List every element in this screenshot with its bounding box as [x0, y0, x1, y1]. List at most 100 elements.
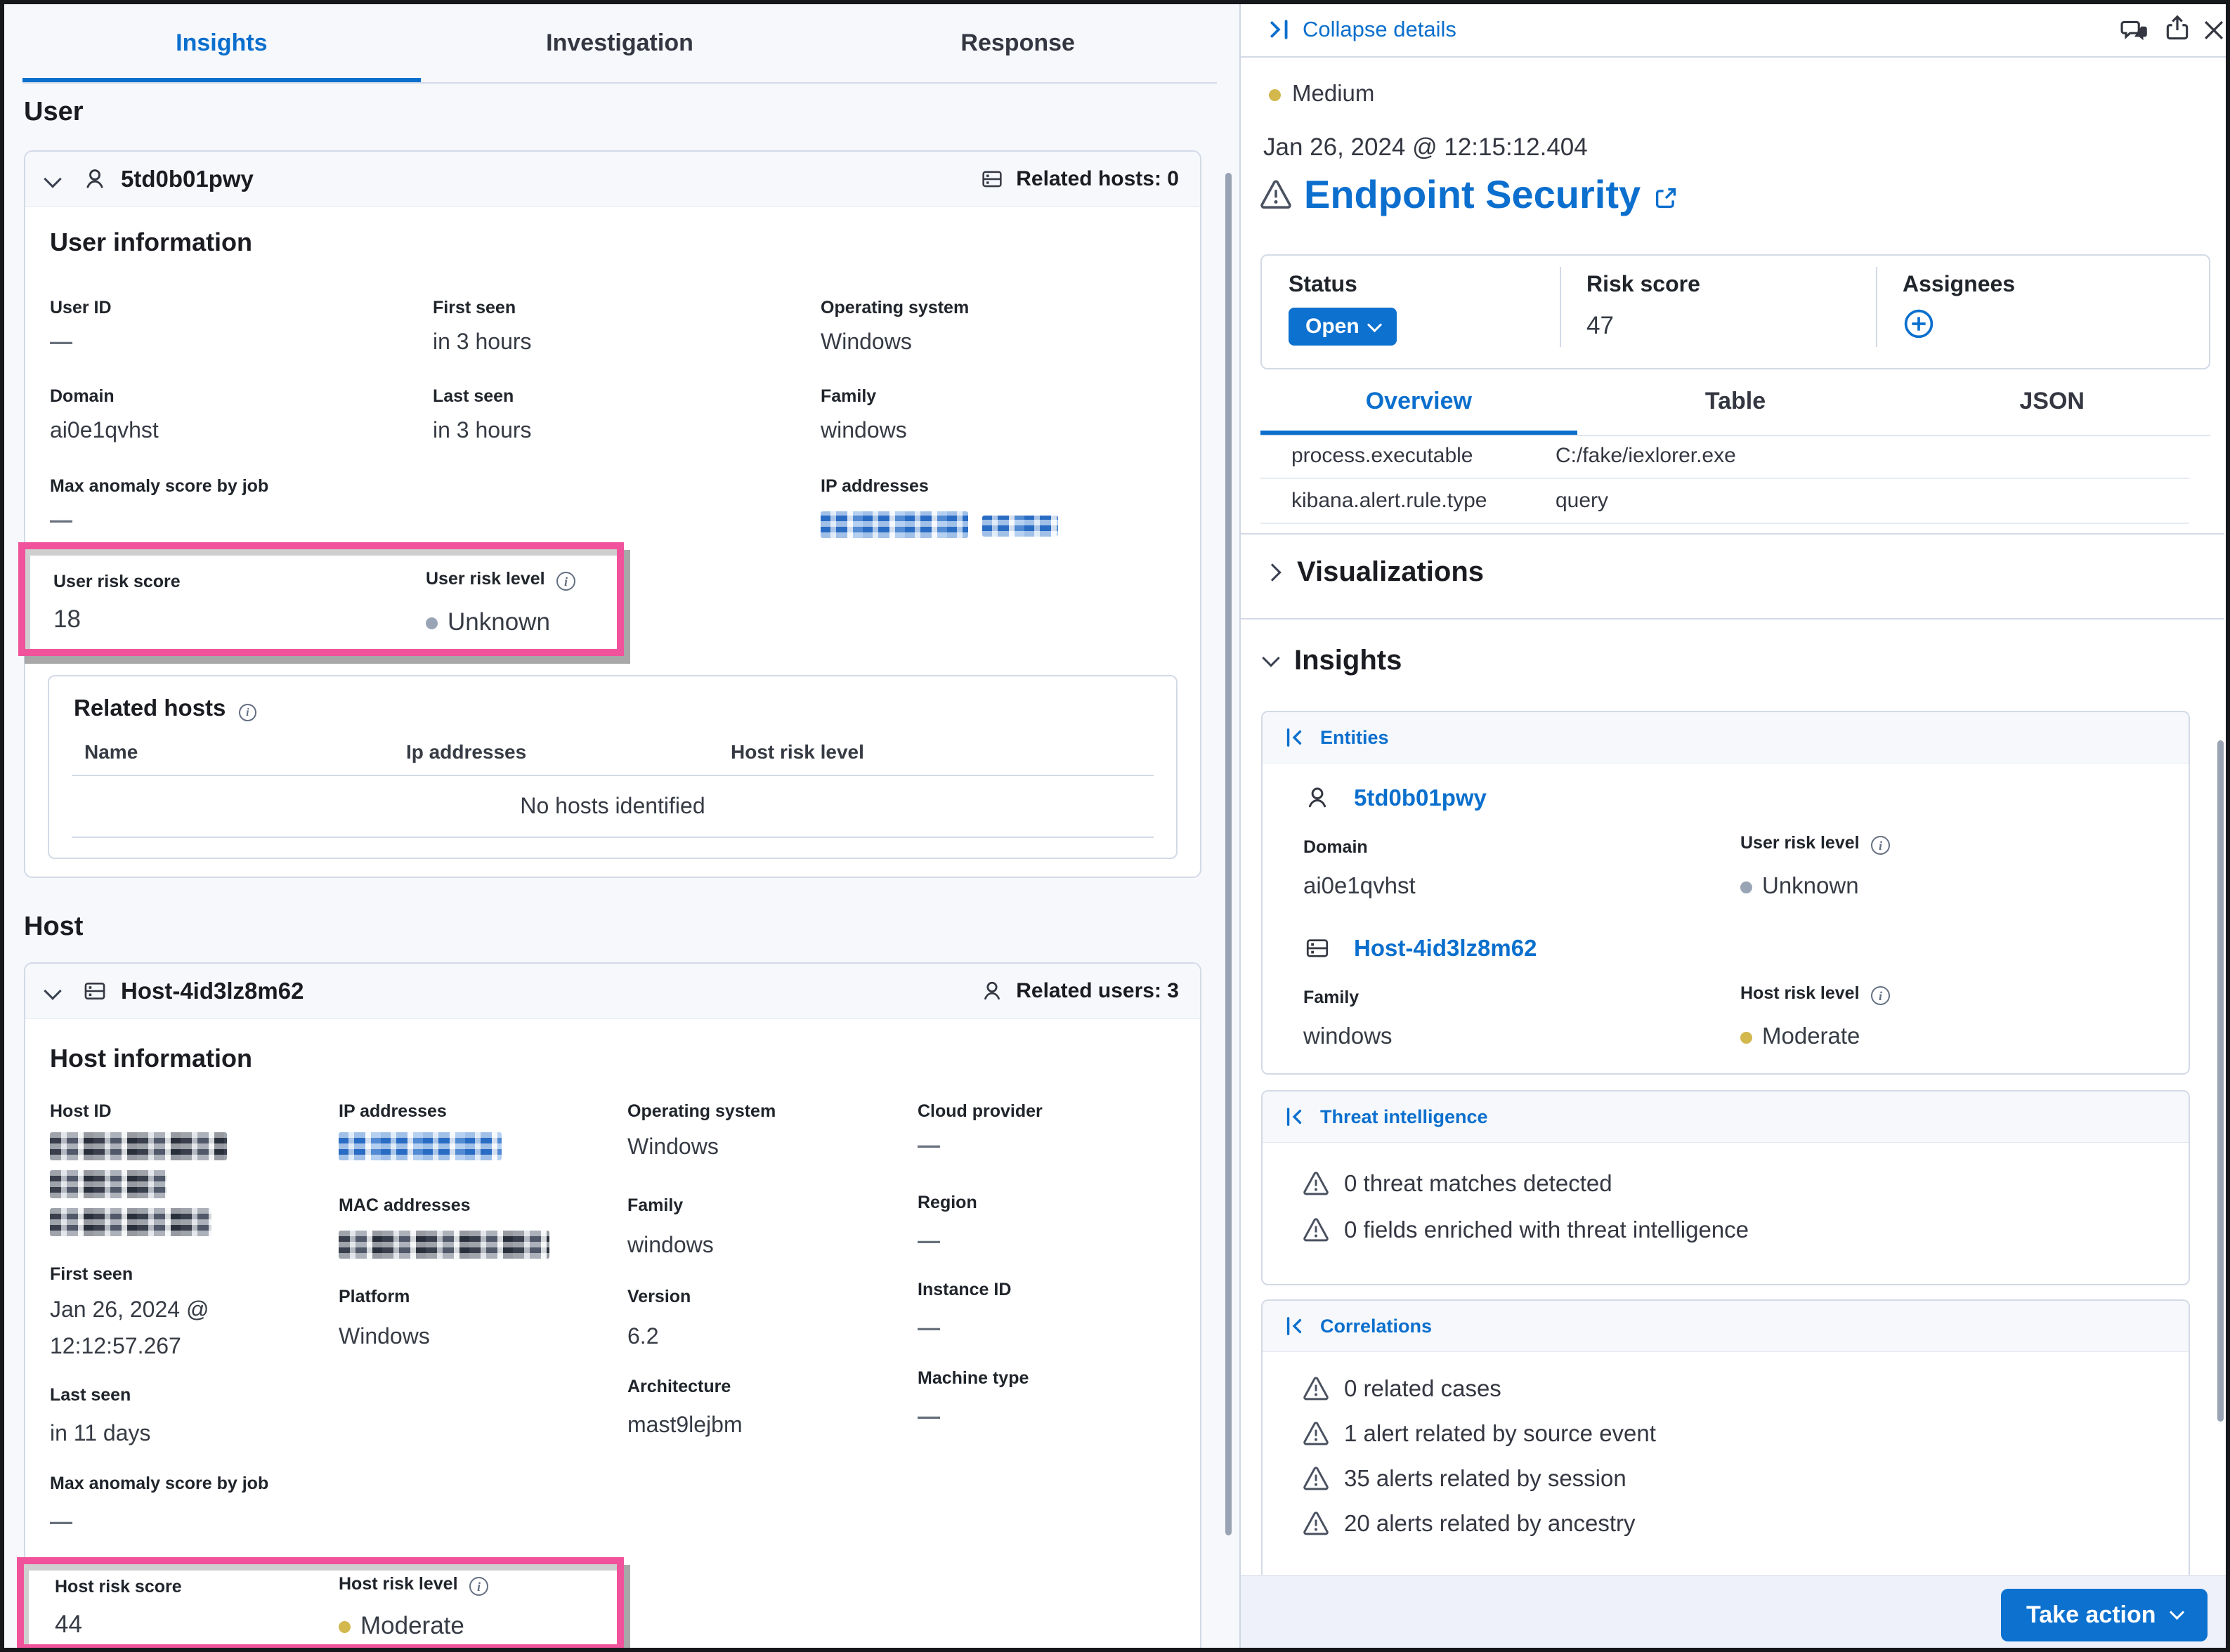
tab-overview[interactable]: Overview [1260, 376, 1577, 435]
entity-user-link[interactable]: 5td0b01pwy [1354, 785, 1487, 811]
entity-host-row: Host-4id3lz8m62 [1303, 934, 1537, 962]
correlation-item: 1 alert related by source event [1303, 1420, 1656, 1447]
tab-insights[interactable]: Insights [22, 11, 421, 82]
correlation-item: 0 related cases [1303, 1375, 1501, 1402]
external-link-icon[interactable] [1653, 185, 1678, 211]
warning-icon [1303, 1421, 1329, 1446]
field-value: ai0e1qvhst [1303, 872, 1416, 899]
field-value: in 3 hours [433, 329, 532, 355]
info-icon[interactable] [469, 1577, 488, 1596]
insights-section-header[interactable]: Insights [1265, 645, 1402, 676]
field-value: — [50, 507, 72, 533]
entities-card-header[interactable]: Entities [1263, 712, 2189, 763]
field-label: Architecture [627, 1377, 731, 1397]
table-row[interactable]: process.executable C:/fake/iexlorer.exe [1260, 434, 2189, 479]
card-vertical-divider [1560, 267, 1561, 347]
field-value: windows [1303, 1023, 1393, 1049]
user-icon [1303, 784, 1331, 812]
user-card-header[interactable]: 5td0b01pwy Related hosts: 0 [25, 152, 1200, 207]
comment-icon[interactable] [2120, 15, 2150, 45]
info-icon[interactable] [1871, 836, 1890, 855]
field-value: — [918, 1228, 940, 1254]
add-assignee-button[interactable] [1903, 308, 1935, 340]
field-value: windows [627, 1232, 714, 1258]
field-label: User ID [50, 298, 112, 318]
assignees-label: Assignees [1903, 271, 2015, 297]
alert-rule-link[interactable]: Endpoint Security [1304, 171, 1641, 217]
entities-title: Entities [1320, 727, 1389, 749]
redacted-mac-addresses [339, 1231, 549, 1259]
take-action-button[interactable]: Take action [2001, 1589, 2208, 1641]
section-divider [1241, 533, 2224, 535]
tab-json[interactable]: JSON [1893, 376, 2210, 435]
host-card-header[interactable]: Host-4id3lz8m62 Related users: 3 [25, 964, 1200, 1019]
row-field: process.executable [1260, 444, 1556, 468]
field-label: Max anomaly score by job [50, 476, 268, 497]
expand-panel-icon [1284, 1106, 1305, 1127]
table-divider [72, 775, 1154, 776]
field-label: Domain [50, 386, 115, 407]
table-divider [72, 837, 1154, 838]
left-scrollbar[interactable] [1225, 173, 1232, 1535]
field-value: mast9lejbm [627, 1412, 743, 1438]
threat-item: 0 threat matches detected [1303, 1170, 1612, 1197]
user-risk-score-label: User risk score [53, 572, 181, 592]
entity-host-risk-value: Moderate [1740, 1023, 1860, 1049]
table-row[interactable]: kibana.alert.rule.type query [1260, 479, 2189, 524]
severity-dot [1269, 89, 1281, 101]
risk-level-dot [426, 617, 438, 629]
column-header-risk[interactable]: Host risk level [731, 741, 864, 763]
user-card-title[interactable]: 5td0b01pwy [121, 166, 254, 192]
column-header-name[interactable]: Name [84, 741, 138, 763]
redacted-ip-addresses[interactable] [821, 511, 968, 538]
host-card-title[interactable]: Host-4id3lz8m62 [121, 978, 304, 1004]
field-label: IP addresses [339, 1101, 447, 1122]
field-value: 6.2 [627, 1323, 658, 1349]
threat-title: Threat intelligence [1320, 1106, 1488, 1128]
related-users-count: Related users: 3 [1016, 979, 1179, 1003]
field-value: — [918, 1132, 940, 1158]
host-card: Host-4id3lz8m62 Related users: 3 Host in… [24, 962, 1201, 1652]
info-icon[interactable] [1871, 986, 1890, 1005]
correlation-item: 35 alerts related by session [1303, 1465, 1626, 1492]
correlations-card-header[interactable]: Correlations [1263, 1301, 2189, 1352]
field-label: Family [821, 386, 876, 407]
field-value: — [918, 1403, 940, 1429]
expand-panel-icon [1284, 1316, 1305, 1337]
column-header-ip[interactable]: Ip addresses [406, 741, 526, 763]
field-label: Machine type [918, 1368, 1029, 1389]
redacted-ip-addresses[interactable] [982, 516, 1058, 537]
collapse-details-button[interactable]: Collapse details [1267, 17, 1456, 42]
field-table: process.executable C:/fake/iexlorer.exe … [1260, 434, 2189, 524]
field-value: — [50, 1509, 72, 1535]
tab-response[interactable]: Response [819, 11, 1217, 82]
left-tab-bar: Insights Investigation Response [22, 11, 1217, 84]
field-value: 12:12:57.267 [50, 1333, 181, 1359]
right-scrollbar[interactable] [2217, 740, 2224, 1422]
related-hosts-card: Related hosts Name Ip addresses Host ris… [48, 675, 1178, 859]
field-value: Windows [627, 1134, 719, 1160]
chevron-down-icon[interactable] [44, 982, 61, 999]
close-icon[interactable] [2200, 17, 2227, 44]
alert-title-row: Endpoint Security [1260, 171, 1678, 217]
field-label: Last seen [433, 386, 514, 407]
warning-icon [1303, 1217, 1329, 1243]
redacted-ip-addresses[interactable] [339, 1132, 502, 1160]
status-open-button[interactable]: Open [1289, 308, 1397, 346]
field-label: Last seen [50, 1385, 131, 1405]
entity-host-link[interactable]: Host-4id3lz8m62 [1354, 935, 1537, 962]
threat-card-header[interactable]: Threat intelligence [1263, 1092, 2189, 1143]
entity-user-risk-value: Unknown [1740, 872, 1859, 899]
warning-icon [1303, 1511, 1329, 1536]
host-risk-highlight: Host risk score 44 Host risk level Moder… [17, 1557, 624, 1651]
visualizations-section-header[interactable]: Visualizations [1266, 556, 1484, 588]
host-icon [81, 978, 108, 1004]
info-icon[interactable] [239, 704, 256, 721]
info-icon[interactable] [556, 572, 575, 591]
tab-table[interactable]: Table [1577, 376, 1894, 435]
share-icon[interactable] [2163, 14, 2192, 44]
threat-item: 0 fields enriched with threat intelligen… [1303, 1217, 1749, 1243]
field-label: Region [918, 1193, 977, 1213]
tab-investigation[interactable]: Investigation [421, 11, 819, 82]
chevron-down-icon[interactable] [44, 170, 61, 188]
